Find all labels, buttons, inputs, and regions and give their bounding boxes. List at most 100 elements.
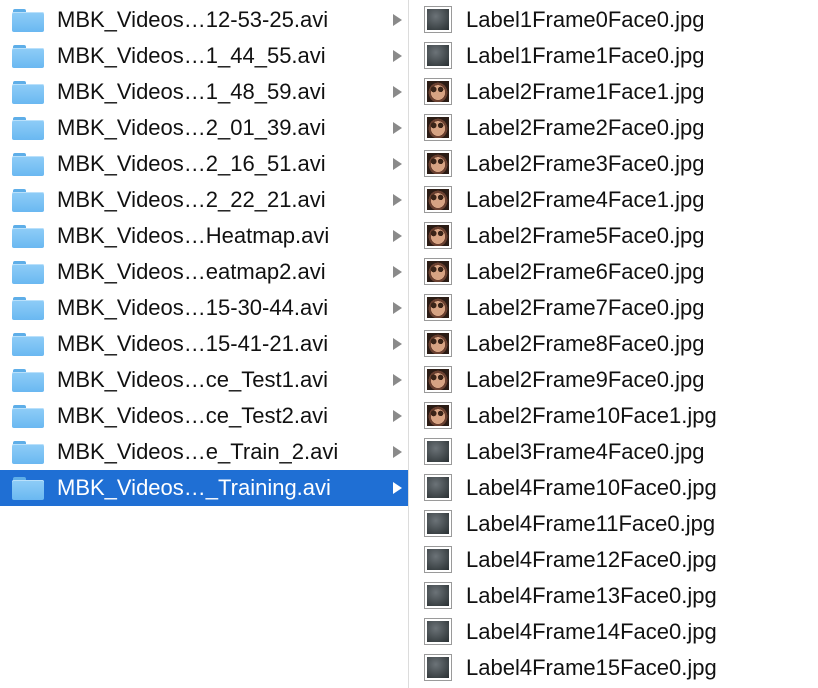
image-thumbnail-icon xyxy=(424,294,452,321)
folder-icon xyxy=(12,224,44,248)
file-row[interactable]: Label2Frame4Face1.jpg xyxy=(409,182,818,218)
folder-row[interactable]: MBK_Videos…2_22_21.avi xyxy=(0,182,408,218)
folder-name: MBK_Videos…ce_Test2.avi xyxy=(57,403,329,428)
folder-name: MBK_Videos…2_22_21.avi xyxy=(57,187,326,212)
folder-name: MBK_Videos…15-41-21.avi xyxy=(57,331,329,356)
folder-name: MBK_Videos…15-30-44.avi xyxy=(57,295,329,320)
chevron-right-icon[interactable] xyxy=(393,446,402,458)
image-thumbnail-icon xyxy=(424,186,452,213)
image-thumbnail-icon xyxy=(424,546,452,573)
folder-name: MBK_Videos…2_01_39.avi xyxy=(57,115,326,140)
file-name: Label2Frame9Face0.jpg xyxy=(466,367,705,392)
image-thumbnail-icon xyxy=(424,78,452,105)
chevron-right-icon[interactable] xyxy=(393,158,402,170)
folder-icon xyxy=(12,188,44,212)
folder-name: MBK_Videos…Heatmap.avi xyxy=(57,223,330,248)
folder-name: MBK_Videos…1_44_55.avi xyxy=(57,43,326,68)
chevron-right-icon[interactable] xyxy=(393,482,402,494)
folder-row[interactable]: MBK_Videos…15-41-21.avi xyxy=(0,326,408,362)
image-thumbnail-icon xyxy=(424,42,452,69)
chevron-right-icon[interactable] xyxy=(393,302,402,314)
file-row[interactable]: Label1Frame0Face0.jpg xyxy=(409,2,818,38)
image-thumbnail-icon xyxy=(424,366,452,393)
folder-icon xyxy=(12,260,44,284)
image-thumbnail-icon xyxy=(424,6,452,33)
folder-name: MBK_Videos…_Training.avi xyxy=(57,475,331,500)
folder-row[interactable]: MBK_Videos…12-53-25.avi xyxy=(0,2,408,38)
file-name: Label2Frame3Face0.jpg xyxy=(466,151,705,176)
file-row[interactable]: Label3Frame4Face0.jpg xyxy=(409,434,818,470)
file-row[interactable]: Label2Frame5Face0.jpg xyxy=(409,218,818,254)
file-row[interactable]: Label2Frame7Face0.jpg xyxy=(409,290,818,326)
folder-icon xyxy=(12,152,44,176)
file-name: Label2Frame1Face1.jpg xyxy=(466,79,705,104)
file-row[interactable]: Label2Frame1Face1.jpg xyxy=(409,74,818,110)
chevron-right-icon[interactable] xyxy=(393,86,402,98)
file-row[interactable]: Label2Frame9Face0.jpg xyxy=(409,362,818,398)
chevron-right-icon[interactable] xyxy=(393,14,402,26)
file-name: Label2Frame6Face0.jpg xyxy=(466,259,705,284)
folder-name: MBK_Videos…1_48_59.avi xyxy=(57,79,326,104)
folder-icon xyxy=(12,80,44,104)
folder-name: MBK_Videos…eatmap2.avi xyxy=(57,259,326,284)
file-row[interactable]: Label2Frame2Face0.jpg xyxy=(409,110,818,146)
folder-icon xyxy=(12,44,44,68)
image-thumbnail-icon xyxy=(424,618,452,645)
file-row[interactable]: Label4Frame13Face0.jpg xyxy=(409,578,818,614)
file-name: Label2Frame8Face0.jpg xyxy=(466,331,705,356)
file-row[interactable]: Label2Frame10Face1.jpg xyxy=(409,398,818,434)
file-name: Label4Frame15Face0.jpg xyxy=(466,655,717,680)
image-thumbnail-icon xyxy=(424,330,452,357)
file-row[interactable]: Label4Frame14Face0.jpg xyxy=(409,614,818,650)
file-row[interactable]: Label2Frame6Face0.jpg xyxy=(409,254,818,290)
file-row[interactable]: Label4Frame11Face0.jpg xyxy=(409,506,818,542)
file-name: Label2Frame4Face1.jpg xyxy=(466,187,705,212)
image-thumbnail-icon xyxy=(424,114,452,141)
folder-row[interactable]: MBK_Videos…2_16_51.avi xyxy=(0,146,408,182)
image-thumbnail-icon xyxy=(424,510,452,537)
image-thumbnail-icon xyxy=(424,474,452,501)
image-thumbnail-icon xyxy=(424,258,452,285)
folder-row[interactable]: MBK_Videos…eatmap2.avi xyxy=(0,254,408,290)
folder-icon xyxy=(12,332,44,356)
file-row[interactable]: Label4Frame12Face0.jpg xyxy=(409,542,818,578)
chevron-right-icon[interactable] xyxy=(393,194,402,206)
folder-row[interactable]: MBK_Videos…1_44_55.avi xyxy=(0,38,408,74)
folder-icon xyxy=(12,296,44,320)
folder-row[interactable]: MBK_Videos…_Training.avi xyxy=(0,470,408,506)
image-thumbnail-icon xyxy=(424,402,452,429)
chevron-right-icon[interactable] xyxy=(393,338,402,350)
chevron-right-icon[interactable] xyxy=(393,230,402,242)
chevron-right-icon[interactable] xyxy=(393,410,402,422)
file-name: Label2Frame7Face0.jpg xyxy=(466,295,705,320)
file-name: Label4Frame14Face0.jpg xyxy=(466,619,717,644)
folder-row[interactable]: MBK_Videos…ce_Test1.avi xyxy=(0,362,408,398)
file-name: Label2Frame2Face0.jpg xyxy=(466,115,705,140)
chevron-right-icon[interactable] xyxy=(393,50,402,62)
chevron-right-icon[interactable] xyxy=(393,266,402,278)
file-row[interactable]: Label2Frame8Face0.jpg xyxy=(409,326,818,362)
file-row[interactable]: Label2Frame3Face0.jpg xyxy=(409,146,818,182)
file-column: Label1Frame0Face0.jpg Label1Frame1Face0.j… xyxy=(409,0,818,688)
folder-row[interactable]: MBK_Videos…2_01_39.avi xyxy=(0,110,408,146)
folder-icon xyxy=(12,8,44,32)
file-row[interactable]: Label4Frame15Face0.jpg xyxy=(409,650,818,686)
folder-name: MBK_Videos…2_16_51.avi xyxy=(57,151,326,176)
file-name: Label4Frame10Face0.jpg xyxy=(466,475,717,500)
folder-row[interactable]: MBK_Videos…15-30-44.avi xyxy=(0,290,408,326)
chevron-right-icon[interactable] xyxy=(393,122,402,134)
folder-row[interactable]: MBK_Videos…ce_Test2.avi xyxy=(0,398,408,434)
chevron-right-icon[interactable] xyxy=(393,374,402,386)
file-row[interactable]: Label4Frame10Face0.jpg xyxy=(409,470,818,506)
file-name: Label1Frame0Face0.jpg xyxy=(466,7,705,32)
folder-row[interactable]: MBK_Videos…e_Train_2.avi xyxy=(0,434,408,470)
folder-row[interactable]: MBK_Videos…Heatmap.avi xyxy=(0,218,408,254)
folder-icon xyxy=(12,404,44,428)
folder-name: MBK_Videos…ce_Test1.avi xyxy=(57,367,329,392)
file-name: Label2Frame5Face0.jpg xyxy=(466,223,705,248)
image-thumbnail-icon xyxy=(424,654,452,681)
file-row[interactable]: Label1Frame1Face0.jpg xyxy=(409,38,818,74)
folder-row[interactable]: MBK_Videos…1_48_59.avi xyxy=(0,74,408,110)
folder-icon xyxy=(12,440,44,464)
image-thumbnail-icon xyxy=(424,582,452,609)
